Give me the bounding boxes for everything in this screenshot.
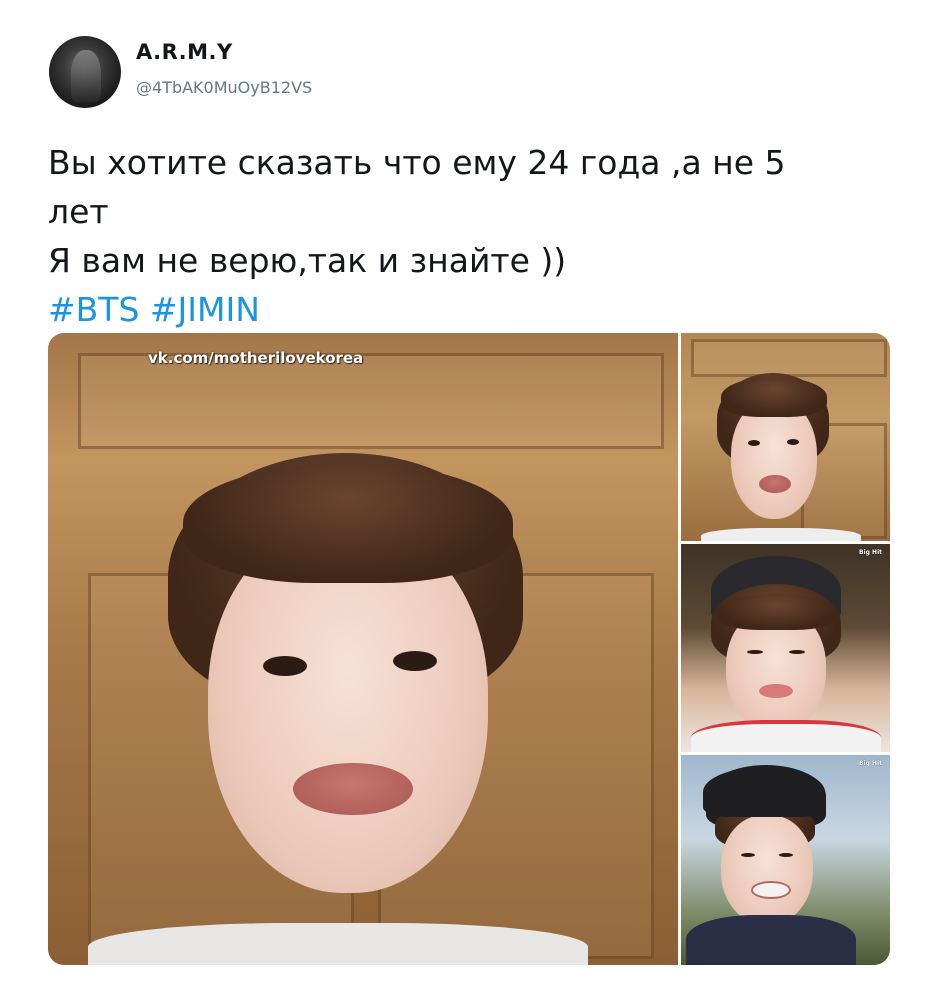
author-handle[interactable]: @4TbAK0MuOyB12VS — [136, 78, 312, 97]
tweet-text: Вы хотите сказать что ему 24 года ,а не … — [48, 138, 848, 334]
hair-fringe — [721, 377, 827, 417]
hair-fringe — [717, 594, 837, 630]
eye-right — [779, 853, 793, 857]
shirt-shape — [686, 915, 856, 965]
eye-left — [741, 853, 755, 857]
hashtag-link-jimin[interactable]: #JIMIN — [150, 290, 260, 329]
door-panel — [78, 353, 664, 449]
author-display-name[interactable]: A.R.M.Y — [136, 40, 233, 64]
hair-fringe — [183, 463, 513, 583]
face-shape — [721, 815, 813, 925]
media-photo-2[interactable] — [681, 333, 890, 541]
media-photo-3[interactable]: Big Hit — [681, 544, 890, 752]
media-watermark: vk.com/motherilovekorea — [148, 349, 364, 367]
hashtag-link-bts[interactable]: #BTS — [48, 290, 139, 329]
media-grid: vk.com/motherilovekorea Big Hit Big Hit — [48, 333, 890, 965]
eye-right — [787, 439, 799, 445]
media-photo-4[interactable]: Big Hit — [681, 755, 890, 965]
eye-left — [263, 656, 307, 676]
avatar-figure — [71, 50, 101, 102]
shirt-shape — [88, 923, 588, 965]
eye-left — [748, 440, 760, 446]
mouth-shape — [293, 763, 413, 815]
media-logo: Big Hit — [859, 760, 882, 767]
media-logo: Big Hit — [859, 549, 882, 556]
tweet-text-line: Вы хотите сказать что ему 24 года ,а не … — [48, 143, 786, 182]
mouth-shape — [751, 881, 791, 899]
mouth-shape — [759, 684, 793, 698]
hashtag-line: #BTS #JIMIN — [48, 285, 848, 334]
face-shape — [731, 399, 817, 519]
eye-left — [747, 650, 763, 654]
shirt-shape — [691, 720, 881, 752]
shirt-shape — [701, 528, 861, 541]
tweet-text-line: лет — [48, 192, 109, 231]
eye-right — [393, 651, 437, 671]
door-panel — [691, 339, 887, 377]
author-avatar[interactable] — [49, 36, 121, 108]
tweet-text-line: Я вам не верю,так и знайте )) — [48, 241, 567, 280]
media-photo-main[interactable]: vk.com/motherilovekorea — [48, 333, 678, 965]
mouth-shape — [759, 475, 791, 493]
cap-brim — [703, 767, 825, 817]
tweet-card: A.R.M.Y @4TbAK0MuOyB12VS Вы хотите сказа… — [0, 0, 932, 986]
eye-right — [789, 650, 805, 654]
